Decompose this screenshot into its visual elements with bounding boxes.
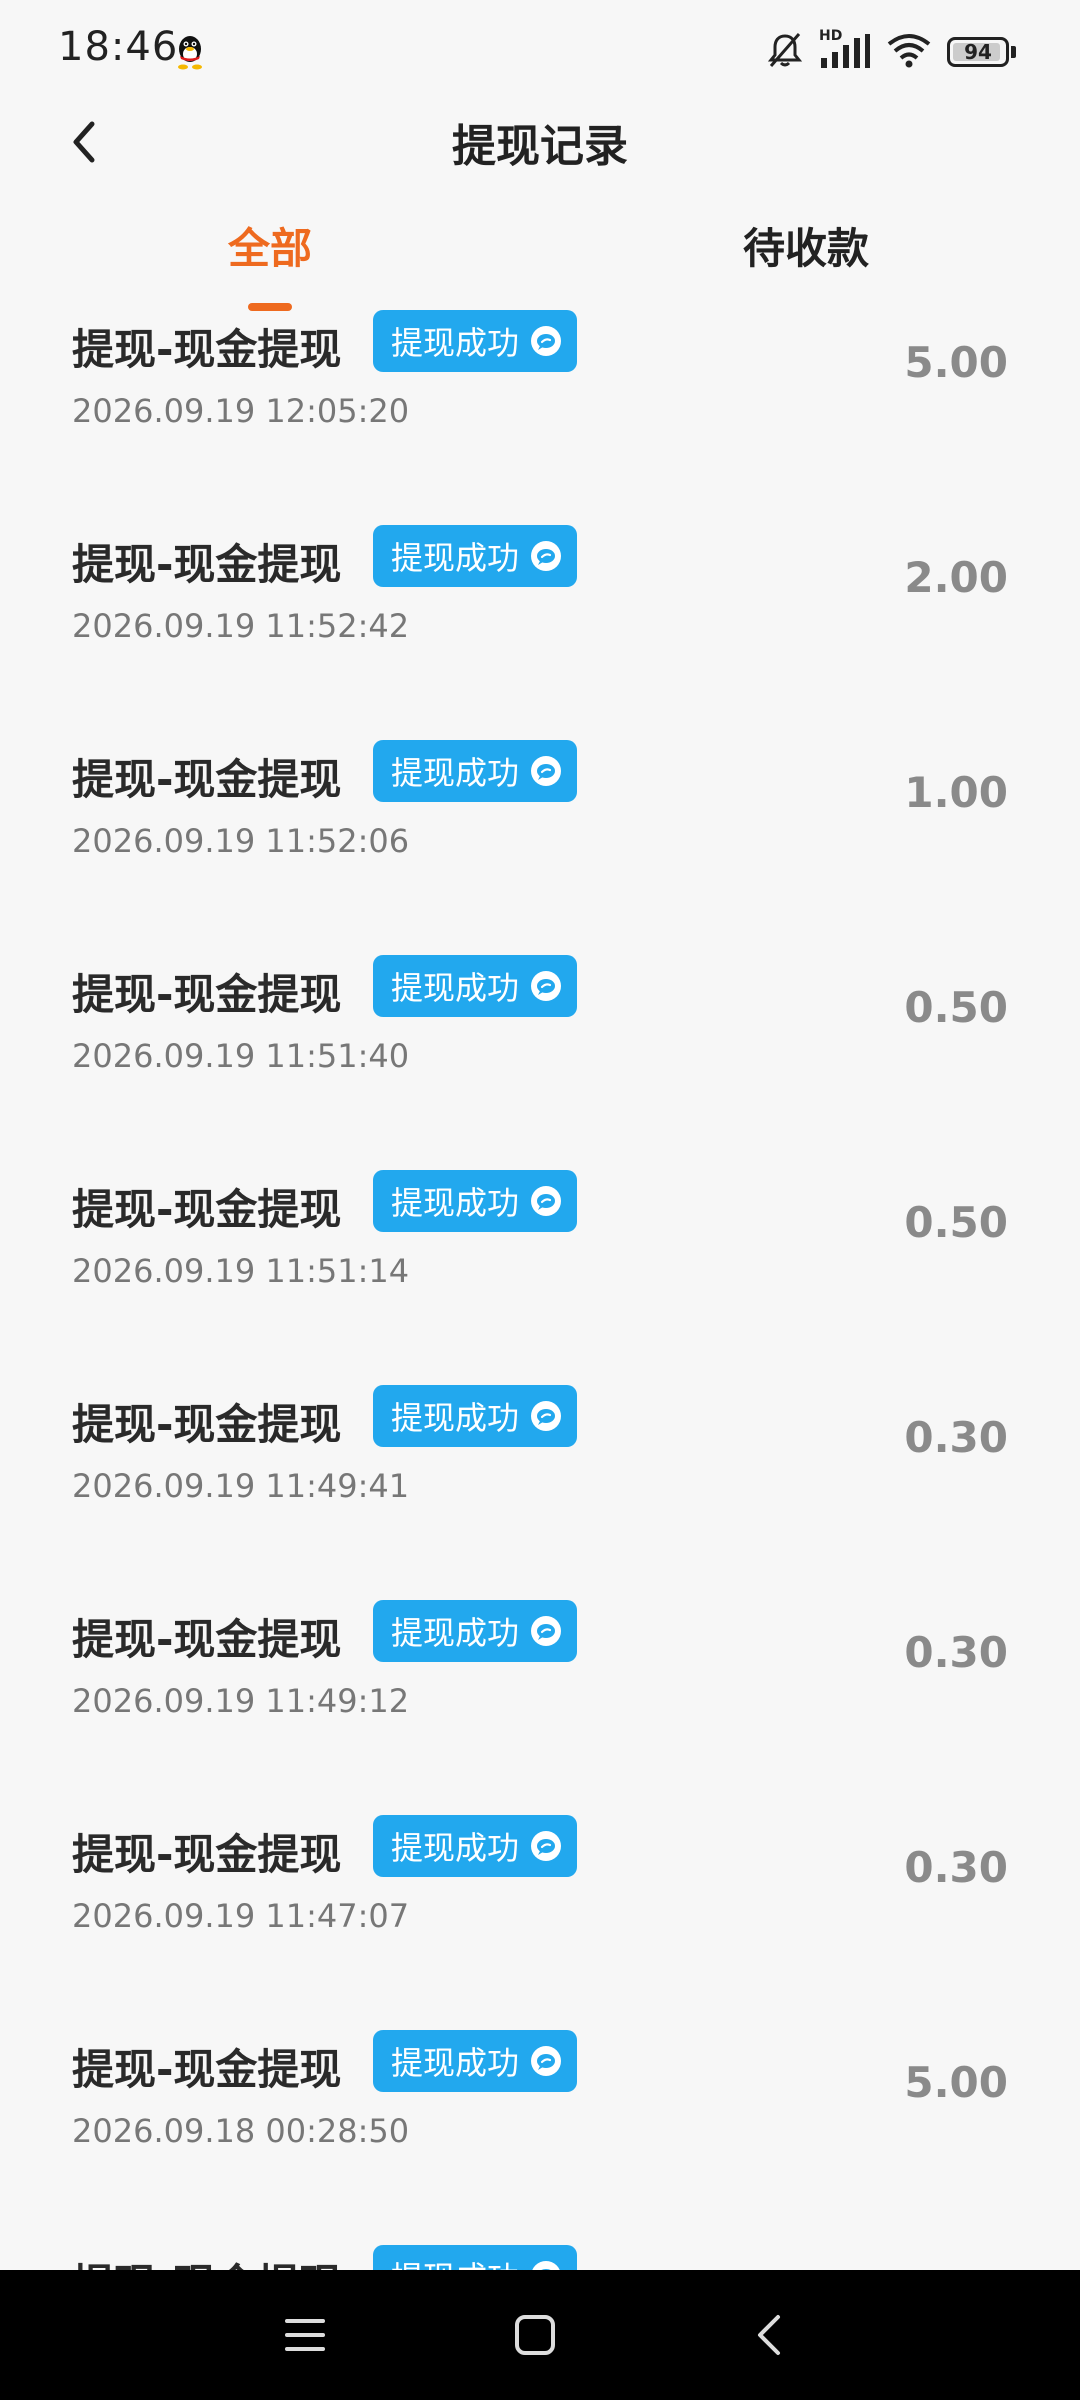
status-badge: 提现成功 (373, 525, 578, 587)
wechat-icon (529, 1614, 563, 1648)
record-title: 提现-现金提现 (72, 2045, 342, 2094)
status-badge: 提现成功 (373, 1170, 578, 1232)
status-badge: 提现成功 (373, 2245, 578, 2270)
record-title: 提现-现金提现 (72, 1185, 342, 1234)
wechat-icon (529, 1829, 563, 1863)
record-amount: 5.00 (904, 2058, 1008, 2107)
record-title: 提现-现金提现 (72, 2251, 341, 2270)
status-badge: 提现成功 (373, 740, 578, 802)
record-amount: 5.00 (904, 338, 1008, 387)
list-item[interactable]: 提现-现金提现 提现成功 2026.09.19 11:51:14 0.50 (0, 1160, 1080, 1375)
record-time: 2026.09.19 11:49:12 (72, 1682, 410, 1720)
list-item[interactable]: 提现-现金提现 提现成功 2026.09.19 11:49:12 0.30 (0, 1590, 1080, 1805)
status-indicators: HD 94 (765, 28, 1016, 74)
record-title: 提现-现金提现 (72, 1830, 342, 1879)
status-label: 提现成功 (391, 539, 520, 577)
menu-icon (285, 2319, 325, 2351)
record-time: 2026.09.19 11:52:06 (72, 822, 410, 860)
record-time: 2026.09.18 00:28:50 (72, 2112, 410, 2150)
system-back-button[interactable] (735, 2300, 805, 2370)
status-label: 提现成功 (391, 2253, 519, 2270)
record-amount: 0.30 (904, 1628, 1008, 1677)
record-title: 提现-现金提现 (72, 970, 342, 1019)
status-label: 提现成功 (391, 1829, 520, 1867)
status-label: 提现成功 (391, 324, 520, 362)
list-item[interactable]: 提现-现金提现 提现成功 2026.09.19 11:49:41 0.30 (0, 1375, 1080, 1590)
wechat-icon (529, 969, 563, 1003)
list-item[interactable]: 提现-现金提现 提现成功 2026.09.19 11:47:07 0.30 (0, 1805, 1080, 2020)
battery-percent: 94 (964, 40, 992, 64)
record-time: 2026.09.19 11:49:41 (72, 1467, 410, 1505)
wechat-icon (529, 2044, 563, 2078)
wechat-icon (529, 754, 563, 788)
record-title: 提现-现金提现 (72, 540, 342, 589)
list-item[interactable]: 提现-现金提现 提现成功 2026.09.19 11:52:42 2.00 (0, 515, 1080, 730)
system-nav-bar (0, 2270, 1080, 2400)
record-time: 2026.09.19 11:47:07 (72, 1897, 410, 1935)
record-time: 2026.09.19 11:52:42 (72, 607, 410, 645)
withdrawal-list: 提现-现金提现 提现成功 2026.09.19 12:05:20 5.00 提现-现金提… (0, 300, 1080, 2270)
list-item[interactable]: 提现-现金提现 提现成功 2026.09.19 12:05:20 5.00 (0, 300, 1080, 515)
status-badge: 提现成功 (373, 310, 578, 372)
wechat-icon (529, 324, 563, 358)
record-time: 2026.09.19 12:05:20 (72, 392, 410, 430)
status-label: 提现成功 (391, 754, 520, 792)
record-time: 2026.09.19 11:51:40 (72, 1037, 410, 1075)
status-badge: 提现成功 (373, 1385, 578, 1447)
qq-icon (172, 32, 208, 72)
record-amount: 0.30 (904, 1843, 1008, 1892)
battery-tip (1011, 46, 1016, 58)
home-square-icon (515, 2315, 555, 2355)
record-amount: 0.50 (904, 1198, 1008, 1247)
wechat-icon (529, 2259, 563, 2270)
record-title: 提现-现金提现 (72, 1615, 342, 1664)
wifi-icon (885, 30, 933, 74)
list-item[interactable]: 提现-现金提现 提现成功 2026.09.19 11:51:40 0.50 (0, 945, 1080, 1160)
list-item[interactable]: 提现-现金提现 提现成功 (0, 2235, 1080, 2270)
record-amount: 2.00 (904, 553, 1008, 602)
wechat-icon (529, 539, 563, 573)
back-chevron-icon (758, 2315, 780, 2355)
status-badge: 提现成功 (373, 2030, 578, 2092)
record-amount: 0.50 (904, 983, 1008, 1032)
status-label: 提现成功 (391, 1614, 520, 1652)
record-title: 提现-现金提现 (72, 325, 342, 374)
wechat-icon (529, 1399, 563, 1433)
wechat-icon (529, 1184, 563, 1218)
menu-button[interactable] (270, 2300, 340, 2370)
list-item[interactable]: 提现-现金提现 提现成功 2026.09.18 00:28:50 5.00 (0, 2020, 1080, 2235)
record-title: 提现-现金提现 (72, 755, 342, 804)
record-time: 2026.09.19 11:51:14 (72, 1252, 410, 1290)
status-label: 提现成功 (391, 1184, 520, 1222)
status-time: 18:46 (58, 24, 179, 70)
status-badge: 提现成功 (373, 1600, 578, 1662)
record-title: 提现-现金提现 (72, 1400, 342, 1449)
tab-pending[interactable]: 待收款 (743, 215, 869, 276)
hd-signal-icon: HD (819, 28, 871, 72)
page-title: 提现记录 (452, 121, 628, 172)
tab-all[interactable]: 全部 (228, 215, 312, 276)
status-badge: 提现成功 (373, 1815, 578, 1877)
header: 提现记录 (0, 100, 1080, 180)
status-bar: 18:46 HD 94 (0, 0, 1080, 100)
record-amount: 1.00 (904, 768, 1008, 817)
battery-icon: 94 (947, 37, 1009, 67)
status-label: 提现成功 (391, 969, 520, 1007)
bell-muted-icon (765, 30, 805, 74)
home-button[interactable] (500, 2300, 570, 2370)
list-item[interactable]: 提现-现金提现 提现成功 2026.09.19 11:52:06 1.00 (0, 730, 1080, 945)
status-label: 提现成功 (391, 2044, 520, 2082)
status-badge: 提现成功 (373, 955, 578, 1017)
status-label: 提现成功 (391, 1399, 520, 1437)
record-amount: 0.30 (904, 1413, 1008, 1462)
